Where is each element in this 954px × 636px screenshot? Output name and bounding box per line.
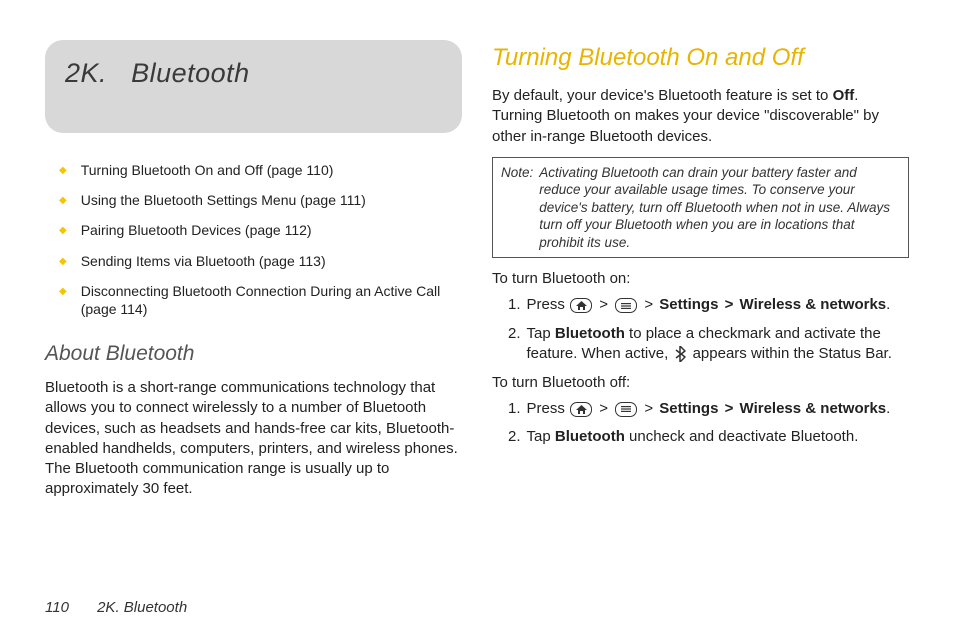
chapter-name: Bluetooth [131, 58, 250, 88]
step-text: Tap [527, 325, 555, 342]
step-content: Press > > Settings > Wireless & networks… [527, 295, 909, 315]
toc-item: ◆ Pairing Bluetooth Devices (page 112) [59, 221, 462, 239]
step-text: Press [527, 296, 570, 313]
step-content: Tap Bluetooth uncheck and deactivate Blu… [527, 427, 909, 447]
step-number: 1. [508, 399, 521, 419]
greater-than-icon: > [644, 296, 653, 313]
note-body: Activating Bluetooth can drain your batt… [539, 164, 900, 252]
greater-than-icon: > [599, 296, 608, 313]
bluetooth-label: Bluetooth [555, 325, 625, 342]
step-item: 1. Press > > Settings > Wireless & netwo… [508, 295, 909, 315]
period: . [886, 400, 890, 417]
diamond-bullet-icon: ◆ [59, 164, 67, 177]
step-content: Tap Bluetooth to place a checkmark and a… [527, 324, 909, 365]
diamond-bullet-icon: ◆ [59, 224, 67, 237]
step-item: 1. Press > > Settings > Wireless & netwo… [508, 399, 909, 419]
toc-text: Pairing Bluetooth Devices (page 112) [81, 221, 312, 239]
home-key-icon [570, 402, 592, 417]
chapter-number: 2K. [65, 58, 107, 88]
right-column: Turning Bluetooth On and Off By default,… [492, 40, 909, 510]
left-column: 2K. Bluetooth ◆ Turning Bluetooth On and… [45, 40, 462, 510]
about-heading: About Bluetooth [45, 342, 462, 366]
menu-key-icon [615, 402, 637, 417]
step-item: 2. Tap Bluetooth uncheck and deactivate … [508, 427, 909, 447]
wireless-label: Wireless & networks [740, 400, 887, 417]
turning-heading: Turning Bluetooth On and Off [492, 44, 909, 72]
diamond-bullet-icon: ◆ [59, 285, 67, 298]
turn-off-steps: 1. Press > > Settings > Wireless & netwo… [508, 399, 909, 448]
step-text: appears within the Status Bar. [693, 345, 892, 362]
page-content: 2K. Bluetooth ◆ Turning Bluetooth On and… [0, 0, 954, 510]
table-of-contents: ◆ Turning Bluetooth On and Off (page 110… [59, 161, 462, 318]
period: . [886, 296, 890, 313]
chapter-title: 2K. Bluetooth [65, 58, 442, 89]
step-text: Press [527, 400, 570, 417]
turn-on-steps: 1. Press > > Settings > Wireless & netwo… [508, 295, 909, 364]
step-number: 2. [508, 427, 521, 447]
note-label: Note: [501, 164, 533, 252]
menu-key-icon [615, 298, 637, 313]
intro-pre: By default, your device's Bluetooth feat… [492, 87, 833, 104]
step-text: uncheck and deactivate Bluetooth. [625, 428, 859, 445]
step-number: 2. [508, 324, 521, 344]
wireless-label: Wireless & networks [740, 296, 887, 313]
toc-item: ◆ Sending Items via Bluetooth (page 113) [59, 252, 462, 270]
chapter-badge: 2K. Bluetooth [45, 40, 462, 133]
toc-item: ◆ Disconnecting Bluetooth Connection Dur… [59, 282, 462, 318]
toc-text: Disconnecting Bluetooth Connection Durin… [81, 282, 462, 318]
toc-text: Turning Bluetooth On and Off (page 110) [81, 161, 334, 179]
toc-text: Sending Items via Bluetooth (page 113) [81, 252, 326, 270]
toc-item: ◆ Using the Bluetooth Settings Menu (pag… [59, 191, 462, 209]
greater-than-icon: > [644, 400, 653, 417]
intro-bold: Off [833, 87, 855, 104]
step-content: Press > > Settings > Wireless & networks… [527, 399, 909, 419]
toc-text: Using the Bluetooth Settings Menu (page … [81, 191, 366, 209]
step-text: Tap [527, 428, 555, 445]
turning-intro: By default, your device's Bluetooth feat… [492, 86, 909, 147]
greater-than-icon: > [725, 400, 734, 417]
note-box: Note: Activating Bluetooth can drain you… [492, 157, 909, 259]
step-number: 1. [508, 295, 521, 315]
footer-section: 2K. Bluetooth [97, 599, 187, 616]
settings-label: Settings [659, 296, 718, 313]
greater-than-icon: > [725, 296, 734, 313]
turn-off-heading: To turn Bluetooth off: [492, 374, 909, 391]
page-footer: 110 2K. Bluetooth [45, 599, 187, 616]
greater-than-icon: > [599, 400, 608, 417]
bluetooth-label: Bluetooth [555, 428, 625, 445]
diamond-bullet-icon: ◆ [59, 255, 67, 268]
page-number: 110 [45, 599, 69, 616]
settings-label: Settings [659, 400, 718, 417]
toc-item: ◆ Turning Bluetooth On and Off (page 110… [59, 161, 462, 179]
diamond-bullet-icon: ◆ [59, 194, 67, 207]
about-body: Bluetooth is a short-range communication… [45, 378, 462, 500]
home-key-icon [570, 298, 592, 313]
step-item: 2. Tap Bluetooth to place a checkmark an… [508, 324, 909, 365]
turn-on-heading: To turn Bluetooth on: [492, 270, 909, 287]
bluetooth-icon [672, 346, 688, 362]
